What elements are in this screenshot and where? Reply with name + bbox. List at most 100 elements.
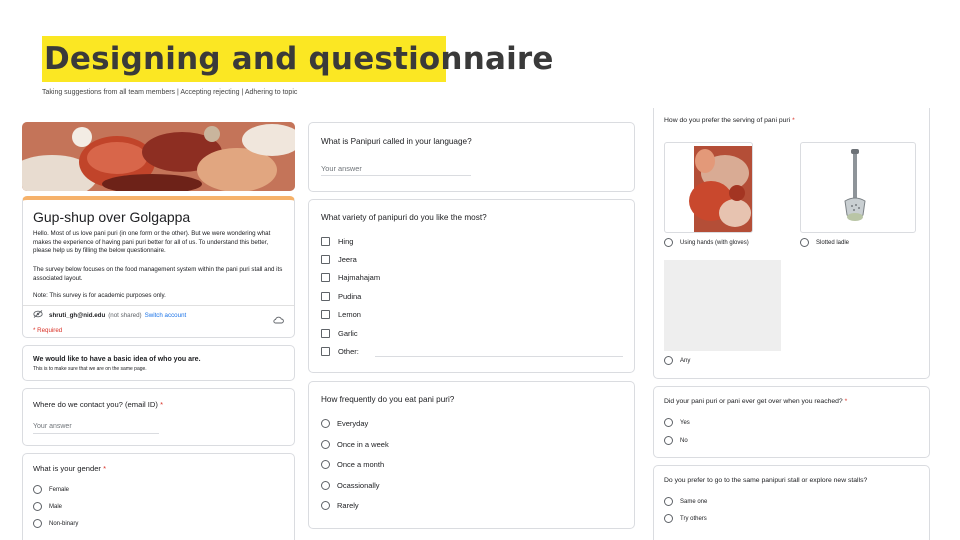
radio-button[interactable]: [321, 419, 330, 428]
option-label: Once in a week: [337, 440, 389, 449]
checkbox[interactable]: [321, 347, 330, 356]
option-label: Non-binary: [49, 520, 79, 527]
checkbox-option-hajmahajam[interactable]: Hajmahajam: [321, 273, 380, 282]
option-label: Ocassionally: [337, 481, 380, 490]
cloud-off-icon: [273, 311, 284, 329]
option-label: Hajmahajam: [338, 273, 381, 282]
radio-option-try-others[interactable]: Try others: [664, 514, 707, 523]
section-card: We would like to have a basic idea of wh…: [22, 345, 295, 381]
contact-answer-input[interactable]: Your answer: [33, 423, 72, 430]
checkbox[interactable]: [321, 273, 330, 282]
checkbox-option-lemon[interactable]: Lemon: [321, 310, 361, 319]
radio-option-ocassionally[interactable]: Ocassionally: [321, 481, 380, 490]
option-label: Garlic: [338, 329, 358, 338]
frequency-question: How frequently do you eat pani puri?: [321, 395, 455, 404]
required-star: *: [792, 117, 795, 124]
radio-button[interactable]: [664, 238, 673, 247]
radio-option-no[interactable]: No: [664, 436, 688, 445]
radio-option-female[interactable]: Female: [33, 485, 69, 494]
gender-question-card: What is your gender * Female Male Non-bi…: [22, 453, 295, 540]
radio-button[interactable]: [33, 519, 42, 528]
option-label: Lemon: [338, 310, 361, 319]
radio-button[interactable]: [321, 481, 330, 490]
required-note: * Required: [33, 327, 63, 334]
checkbox-option-other[interactable]: Other:: [321, 347, 359, 356]
required-star: *: [844, 398, 848, 405]
contact-question-card: Where do we contact you? (email ID) * Yo…: [22, 388, 295, 446]
slide-title-highlight: Designing and questionnaire: [42, 36, 554, 82]
account-shared: (not shared): [108, 311, 142, 319]
serving-question: How do you prefer the serving of pani pu…: [664, 117, 795, 124]
radio-button[interactable]: [33, 502, 42, 511]
radio-option-slotted-ladle[interactable]: Slotted ladle: [800, 238, 849, 247]
form-banner-image: [22, 122, 295, 191]
radio-button[interactable]: [664, 356, 673, 365]
radio-button[interactable]: [321, 501, 330, 510]
section-desc: This is to make sure that we are on the …: [33, 366, 147, 372]
radio-option-using-hands[interactable]: Using hands (with gloves): [664, 238, 749, 247]
eye-off-icon: [33, 310, 43, 320]
radio-button[interactable]: [664, 418, 673, 427]
form-title: Gup-shup over Golgappa: [33, 209, 191, 225]
question-label: Where do we contact you? (email ID): [33, 400, 158, 409]
option-label: Rarely: [337, 501, 359, 510]
serving-option-image-ladle[interactable]: [800, 142, 916, 233]
answer-underline: [321, 175, 471, 176]
option-label: No: [680, 437, 688, 444]
option-label: Everyday: [337, 419, 369, 428]
checkbox[interactable]: [321, 292, 330, 301]
question-label: How do you prefer the serving of pani pu…: [664, 117, 791, 124]
option-label: Other:: [338, 347, 359, 356]
radio-option-once-a-week[interactable]: Once in a week: [321, 440, 389, 449]
radio-button[interactable]: [664, 497, 673, 506]
hands-serving-photo: [689, 146, 752, 232]
account-row: shruti_gh@nid.edu (not shared) Switch ac…: [33, 310, 186, 320]
radio-button[interactable]: [33, 485, 42, 494]
option-label: Female: [49, 486, 70, 493]
radio-button[interactable]: [321, 460, 330, 469]
radio-option-male[interactable]: Male: [33, 502, 62, 511]
variety-question: What variety of panipuri do you like the…: [321, 213, 487, 222]
checkbox-option-hing[interactable]: Hing: [321, 237, 353, 246]
option-label: Same one: [680, 498, 708, 505]
option-label: Once a month: [337, 460, 385, 469]
checkbox-option-jeera[interactable]: Jeera: [321, 255, 357, 264]
form-header-card: Gup-shup over Golgappa Hello. Most of us…: [22, 196, 295, 338]
switch-account-link[interactable]: Switch account: [145, 312, 187, 319]
question-label: Did your pani puri or pani ever get over…: [664, 398, 843, 405]
language-question: What is Panipuri called in your language…: [321, 137, 472, 146]
slide-subtitle: Taking suggestions from all team members…: [42, 89, 298, 96]
checkbox[interactable]: [321, 329, 330, 338]
checkbox-option-garlic[interactable]: Garlic: [321, 329, 358, 338]
slide-title: Designing and questionnaire: [44, 41, 554, 77]
radio-button[interactable]: [664, 436, 673, 445]
account-email: shruti_gh@nid.edu: [49, 311, 106, 319]
radio-option-any[interactable]: Any: [664, 356, 690, 365]
required-star: *: [160, 400, 164, 409]
serving-option-image-any[interactable]: [664, 260, 781, 351]
checkbox-option-pudina[interactable]: Pudina: [321, 292, 361, 301]
form-description-2: The survey below focuses on the food man…: [33, 266, 283, 282]
checkbox[interactable]: [321, 237, 330, 246]
other-input-underline[interactable]: [375, 356, 623, 357]
radio-button[interactable]: [800, 238, 809, 247]
radio-button[interactable]: [664, 514, 673, 523]
language-answer-input[interactable]: Your answer: [321, 164, 362, 173]
radio-option-yes[interactable]: Yes: [664, 418, 690, 427]
radio-button[interactable]: [321, 440, 330, 449]
checkbox[interactable]: [321, 255, 330, 264]
contact-question: Where do we contact you? (email ID) *: [33, 400, 163, 409]
radio-option-everyday[interactable]: Everyday: [321, 419, 368, 428]
option-label: Male: [49, 503, 63, 510]
radio-option-non-binary[interactable]: Non-binary: [33, 519, 78, 528]
radio-option-once-a-month[interactable]: Once a month: [321, 460, 384, 469]
radio-option-rarely[interactable]: Rarely: [321, 501, 359, 510]
option-label: Pudina: [338, 292, 362, 301]
serving-option-image-hands[interactable]: [664, 142, 753, 233]
section-title: We would like to have a basic idea of wh…: [33, 356, 201, 363]
radio-option-same-one[interactable]: Same one: [664, 497, 707, 506]
checkbox[interactable]: [321, 310, 330, 319]
option-label: Slotted ladle: [816, 239, 850, 246]
option-label: Using hands (with gloves): [680, 239, 749, 246]
gender-question: What is your gender *: [33, 464, 106, 473]
